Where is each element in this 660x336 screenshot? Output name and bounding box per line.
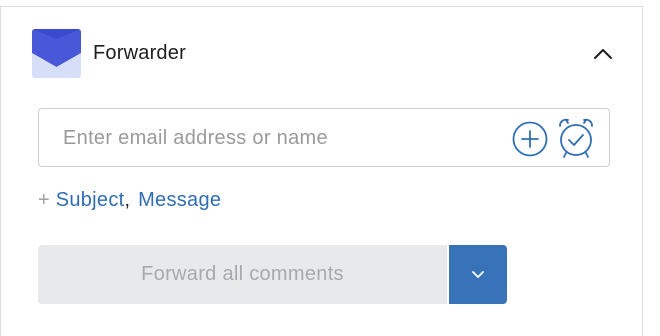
recipient-field — [38, 108, 610, 167]
panel-title: Forwarder — [93, 42, 186, 64]
plus-icon: + — [38, 189, 50, 211]
forwarder-panel: Forwarder Enter email address or name + … — [0, 6, 643, 336]
separator: , — [124, 189, 131, 211]
panel-header[interactable]: Forwarder — [1, 7, 642, 97]
recipient-input[interactable] — [63, 125, 503, 151]
alarm-clock-icon[interactable] — [556, 117, 596, 159]
message-link[interactable]: Message — [138, 189, 221, 211]
chevron-up-icon[interactable] — [591, 45, 615, 63]
chevron-down-icon — [472, 271, 484, 278]
forward-options-dropdown-button[interactable] — [449, 245, 507, 304]
forward-all-comments-button[interactable]: Forward all comments — [38, 245, 447, 304]
optional-fields-links: + Subject, Message — [38, 189, 221, 213]
envelope-logo-icon — [32, 29, 81, 78]
plus-circle-icon[interactable] — [512, 121, 548, 157]
subject-link[interactable]: Subject — [56, 189, 125, 211]
